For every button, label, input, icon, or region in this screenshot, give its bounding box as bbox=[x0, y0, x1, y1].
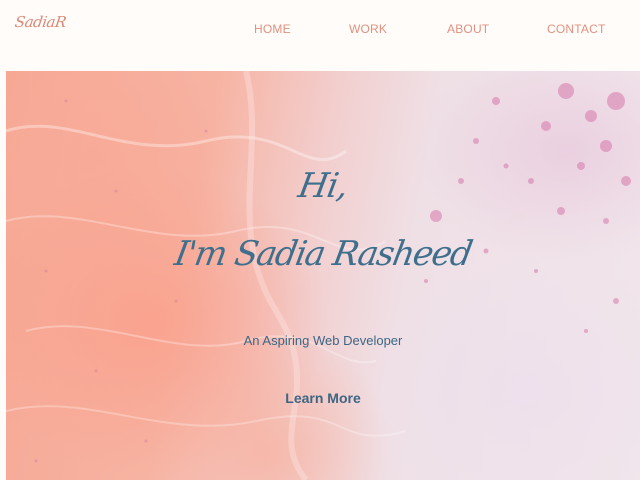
hero-content: Hi, I'm Sadia Rasheed An Aspiring Web De… bbox=[6, 71, 640, 480]
nav-link-home[interactable]: HOME bbox=[254, 22, 291, 36]
site-logo[interactable]: SadiaR bbox=[14, 13, 67, 31]
nav-link-contact[interactable]: CONTACT bbox=[547, 22, 606, 36]
hero-section: Hi, I'm Sadia Rasheed An Aspiring Web De… bbox=[6, 71, 640, 480]
hero-tagline: An Aspiring Web Developer bbox=[243, 333, 403, 348]
navbar: SadiaR HOME WORK ABOUT CONTACT bbox=[0, 0, 640, 71]
nav-link-work[interactable]: WORK bbox=[349, 22, 387, 36]
learn-more-button[interactable]: Learn More bbox=[273, 387, 373, 409]
nav-link-about[interactable]: ABOUT bbox=[447, 22, 489, 36]
hero-name: I'm Sadia Rasheed bbox=[171, 234, 475, 274]
hero-greeting: Hi, bbox=[295, 166, 351, 206]
